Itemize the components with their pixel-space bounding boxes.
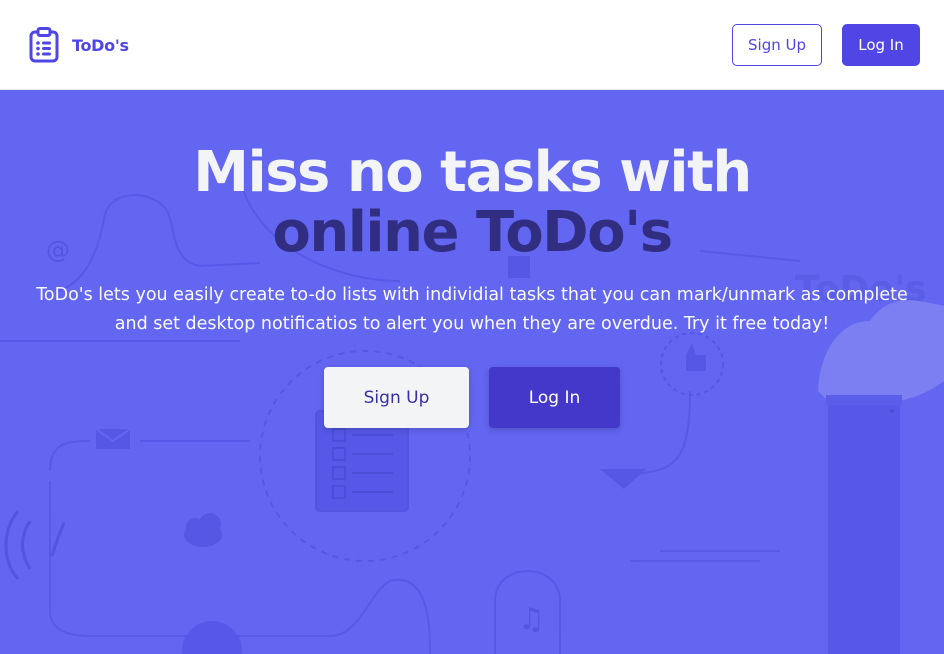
bg-hand-illustration xyxy=(818,300,944,654)
bg-line-4 xyxy=(49,440,91,472)
navbar: ToDo's Sign Up Log In xyxy=(0,0,944,90)
hero-description: ToDo's lets you easily create to-do list… xyxy=(36,285,908,334)
bg-thumbs-up-icon xyxy=(686,343,706,371)
nav-login-button[interactable]: Log In xyxy=(842,24,920,66)
hero-headline: Miss no tasks with online ToDo's xyxy=(0,143,944,263)
brand-name: ToDo's xyxy=(72,35,129,55)
bg-paper-plane-icon xyxy=(600,469,646,489)
clipboard-list-icon xyxy=(29,27,59,63)
bg-music-note-icon: ♫ xyxy=(518,602,545,637)
brand-logo[interactable]: ToDo's xyxy=(29,27,129,63)
bg-cloud-icon xyxy=(184,513,222,547)
bg-phone-icon xyxy=(4,510,66,580)
bg-line-9 xyxy=(630,550,780,562)
hero-login-button[interactable]: Log In xyxy=(489,367,620,428)
hero-signup-button[interactable]: Sign Up xyxy=(324,367,469,428)
hero-headline-line2: online ToDo's xyxy=(272,200,673,265)
bg-line-6 xyxy=(639,390,691,474)
bg-camera-icon xyxy=(182,621,242,654)
hero-section: @ ♫ ToDo's Miss no tasks with online ToD… xyxy=(0,91,944,654)
nav-signup-button[interactable]: Sign Up xyxy=(732,24,822,66)
hero-headline-line1: Miss no tasks with xyxy=(193,140,752,205)
bg-mail-icon xyxy=(95,428,131,449)
